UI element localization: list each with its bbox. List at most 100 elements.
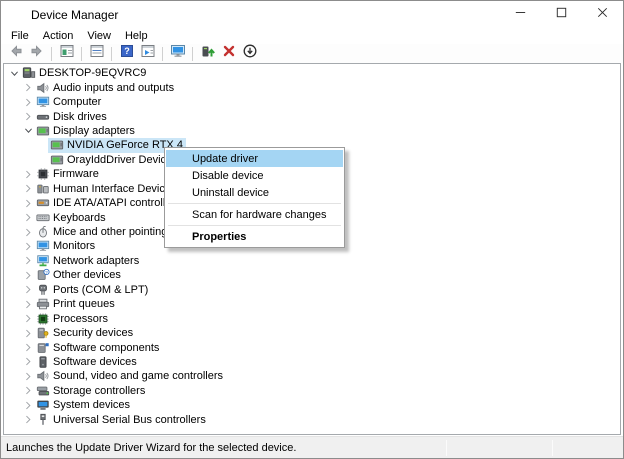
forward-button[interactable] [27,45,46,63]
display-adapter-icon [49,153,64,167]
chevron-right-icon[interactable] [22,111,34,123]
uninstall-device-button[interactable] [219,45,238,63]
menu-help[interactable]: Help [118,29,155,43]
chevron-right-icon[interactable] [22,96,34,108]
menu-action[interactable]: Action [36,29,81,43]
tree-item-computer[interactable]: Computer [4,95,620,109]
chevron-right-icon[interactable] [22,82,34,94]
chevron-right-icon[interactable] [22,342,34,354]
tree-item-audio-inputs-and-outputs[interactable]: Audio inputs and outputs [4,80,620,94]
svg-text:?: ? [124,46,130,56]
chevron-right-icon[interactable] [22,255,34,267]
chevron-right-icon[interactable] [22,284,34,296]
context-menu-separator [168,225,341,226]
update-driver-button[interactable] [198,45,217,63]
system-device-icon [35,398,50,412]
tree-item-label: Disk drives [52,111,110,123]
tree-item-label: Network adapters [52,255,142,267]
maximize-button[interactable] [541,1,582,28]
chevron-right-icon[interactable] [22,183,34,195]
tree-item-print-queues[interactable]: Print queues [4,297,620,311]
tree-item-processors[interactable]: Processors [4,311,620,325]
help-button[interactable]: ? [117,45,136,63]
context-menu-item-update-driver[interactable]: Update driver [166,150,343,167]
chevron-right-icon[interactable] [22,226,34,238]
tree-item-label: DESKTOP-9EQVRC9 [38,67,149,79]
tree-item-universal-serial-bus-controllers[interactable]: Universal Serial Bus controllers [4,413,620,427]
device-manager-icon [9,7,24,22]
window-title: Device Manager [31,8,118,22]
network-adapter-icon [35,254,50,268]
tree-item-storage-controllers[interactable]: Storage controllers [4,384,620,398]
computer-root-icon [21,66,36,80]
chevron-down-icon[interactable] [8,67,20,79]
menu-file[interactable]: File [4,29,36,43]
chevron-down-icon[interactable] [22,125,34,137]
titlebar: Device Manager [1,1,623,28]
tree-item-software-components[interactable]: Software components [4,340,620,354]
show-console-tree-button[interactable] [57,45,76,63]
back-button[interactable] [6,45,25,63]
context-menu-separator [168,203,341,204]
tree-item-label: Universal Serial Bus controllers [52,414,209,426]
tree-item-label: Other devices [52,269,124,281]
tree-item-security-devices[interactable]: Security devices [4,326,620,340]
monitor-icon [35,239,50,253]
chevron-right-icon[interactable] [22,168,34,180]
device-tree: DESKTOP-9EQVRC9 Audio inputs and outputsC… [3,63,621,435]
chevron-right-icon[interactable] [22,197,34,209]
tree-item-desktop-9eqvrc9[interactable]: DESKTOP-9EQVRC9 [4,66,620,80]
tree-item-label: Print queues [52,298,118,310]
maximize-icon [554,5,569,25]
chevron-right-icon[interactable] [22,385,34,397]
tree-item-label: Software devices [52,356,140,368]
toolbar-separator [192,47,193,61]
export-list-icon [140,43,156,64]
tree-item-ports-com-lpt[interactable]: Ports (COM & LPT) [4,283,620,297]
context-menu-item-uninstall-device[interactable]: Uninstall device [166,184,343,201]
tree-item-sound-video-and-game-controllers[interactable]: Sound, video and game controllers [4,369,620,383]
hid-icon [35,182,50,196]
export-list-button[interactable] [138,45,157,63]
tree-item-label: Audio inputs and outputs [52,82,177,94]
chevron-right-icon[interactable] [22,399,34,411]
chevron-right-icon[interactable] [22,298,34,310]
software-device-icon [35,355,50,369]
minimize-icon [513,5,528,25]
tree-item-disk-drives[interactable]: Disk drives [4,109,620,123]
properties-window-icon [89,43,105,64]
toolbar-separator [162,47,163,61]
context-menu-item-properties[interactable]: Properties [166,228,343,245]
chevron-right-icon[interactable] [22,356,34,368]
tree-item-system-devices[interactable]: System devices [4,398,620,412]
toolbar-separator [111,47,112,61]
chevron-right-icon[interactable] [22,240,34,252]
help-icon: ? [119,43,135,64]
chevron-right-icon[interactable] [22,370,34,382]
chevron-right-icon[interactable] [22,269,34,281]
svg-text:?: ? [45,270,48,276]
tree-item-network-adapters[interactable]: Network adapters [4,254,620,268]
toolbar: ? [1,44,623,63]
disable-device-button[interactable] [240,45,259,63]
tree-item-display-adapters[interactable]: Display adapters [4,124,620,138]
minimize-button[interactable] [500,1,541,28]
chevron-right-icon[interactable] [22,327,34,339]
display-adapter-icon [35,124,50,138]
scan-for-hardware-changes-button[interactable] [168,45,187,63]
printer-icon [35,297,50,311]
menu-view[interactable]: View [80,29,118,43]
properties-button[interactable] [87,45,106,63]
chevron-right-icon[interactable] [22,212,34,224]
close-button[interactable] [582,1,623,28]
tree-item-software-devices[interactable]: Software devices [4,355,620,369]
context-menu-item-scan-for-hardware-changes[interactable]: Scan for hardware changes [166,206,343,223]
context-menu-item-disable-device[interactable]: Disable device [166,167,343,184]
tree-item-label: Ports (COM & LPT) [52,284,151,296]
chevron-right-icon[interactable] [22,414,34,426]
tree-item-other-devices[interactable]: ? Other devices [4,268,620,282]
chevron-right-icon[interactable] [22,313,34,325]
disable-circle-icon [242,43,258,64]
tree-item-label: Keyboards [52,212,109,224]
tree-item-label: Firmware [52,168,102,180]
